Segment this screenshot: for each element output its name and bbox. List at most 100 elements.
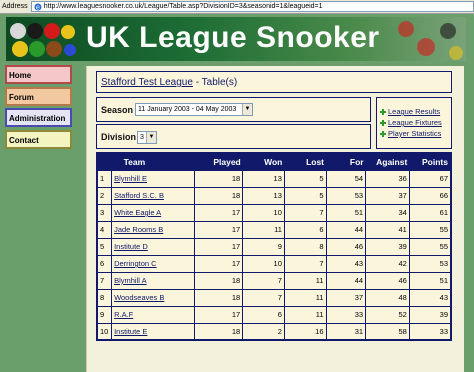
url-text: http://www.leaguesnooker.co.uk/League/Ta…: [43, 3, 323, 10]
table-header-row: Team Played Won Lost For Against Points: [97, 153, 451, 170]
cell-won: 10: [242, 254, 285, 273]
snooker-balls-logo: [10, 23, 76, 57]
team-link[interactable]: Institute E: [114, 327, 147, 336]
division-selected-value: 3: [140, 134, 144, 141]
cell-against: 42: [365, 254, 410, 273]
team-link[interactable]: Stafford S.C. B: [114, 191, 164, 200]
col-won: Won: [242, 153, 285, 170]
cell-lost: 11: [283, 288, 327, 307]
table-row: 1 Blymhill E 18 13 5 54 36 67: [96, 169, 452, 188]
url-input[interactable]: e http://www.leaguesnooker.co.uk/League/…: [30, 1, 474, 12]
link-player-statistics[interactable]: Player Statistics: [380, 129, 441, 138]
cell-team: Blymhill A: [111, 271, 196, 290]
cell-against: 34: [365, 203, 410, 222]
table-row: 9 R.A.F 17 6 11 33 52 39: [96, 305, 452, 324]
cell-points: 66: [408, 186, 452, 205]
league-table: Team Played Won Lost For Against Points …: [96, 152, 452, 341]
cell-for: 46: [325, 237, 367, 256]
plus-icon: [380, 130, 386, 137]
svg-text:e: e: [36, 4, 40, 11]
team-link[interactable]: Blymhill A: [114, 276, 147, 285]
chevron-down-icon: ▼: [146, 132, 156, 143]
table-row: 8 Woodseaves B 18 7 11 37 48 43: [96, 288, 452, 307]
table-row: 5 Institute D 17 9 8 46 39 55: [96, 237, 452, 256]
page-title: Stafford Test League - Table(s): [101, 77, 237, 88]
division-selector: Division 3 ▼: [96, 124, 371, 149]
team-link[interactable]: White Eagle A: [114, 208, 161, 217]
cell-against: 58: [365, 322, 410, 341]
browser-address-bar: Address e http://www.leaguesnooker.co.uk…: [0, 0, 474, 14]
team-link[interactable]: Institute D: [114, 242, 148, 251]
cell-won: 9: [242, 237, 285, 256]
team-link[interactable]: Blymhill E: [114, 174, 147, 183]
col-for: For: [326, 153, 366, 170]
table-row: 2 Stafford S.C. B 18 13 5 53 37 66: [96, 186, 452, 205]
cell-rank: 4: [96, 220, 113, 239]
cell-points: 43: [408, 288, 452, 307]
cell-rank: 9: [96, 305, 113, 324]
nav-forum[interactable]: Forum: [5, 86, 72, 106]
league-header: Stafford Test League - Table(s): [96, 71, 452, 93]
cell-points: 55: [408, 237, 452, 256]
nav-home[interactable]: Home: [5, 65, 72, 84]
table-row: 10 Institute E 18 2 16 31 58 33: [96, 322, 452, 341]
quick-links: League Results League Fixtures Player St…: [376, 97, 452, 149]
link-league-results[interactable]: League Results: [380, 107, 440, 116]
cell-against: 36: [365, 169, 410, 188]
cell-rank: 5: [96, 237, 113, 256]
cell-lost: 7: [283, 203, 327, 222]
sidebar-nav: Home Forum Administration Contact: [5, 65, 72, 151]
cell-against: 39: [365, 237, 410, 256]
team-link[interactable]: R.A.F: [114, 310, 133, 319]
season-selector: Season 11 January 2003 - 04 May 2003 ▼: [96, 97, 371, 122]
cell-points: 33: [408, 322, 452, 341]
cell-lost: 6: [283, 220, 327, 239]
cell-rank: 2: [96, 186, 113, 205]
cell-team: Stafford S.C. B: [111, 186, 196, 205]
team-link[interactable]: Woodseaves B: [114, 293, 164, 302]
cell-lost: 8: [283, 237, 327, 256]
page-title-suffix: - Table(s): [192, 77, 238, 88]
team-link[interactable]: Jade Rooms B: [114, 225, 163, 234]
ie-page-icon: e: [34, 3, 42, 11]
nav-administration[interactable]: Administration: [5, 108, 72, 127]
col-lost: Lost: [284, 153, 327, 170]
division-select[interactable]: 3 ▼: [137, 131, 157, 144]
cell-played: 17: [194, 237, 244, 256]
cell-won: 6: [242, 305, 285, 324]
league-link[interactable]: Stafford Test League: [101, 77, 193, 88]
cell-for: 43: [325, 254, 367, 273]
cell-played: 17: [194, 220, 244, 239]
cell-for: 44: [325, 271, 367, 290]
cell-played: 17: [194, 254, 244, 273]
season-select[interactable]: 11 January 2003 - 04 May 2003 ▼: [135, 103, 253, 116]
cell-lost: 5: [283, 169, 327, 188]
chevron-down-icon: ▼: [242, 104, 252, 115]
nav-contact[interactable]: Contact: [5, 129, 72, 149]
address-label: Address: [2, 3, 28, 10]
cell-for: 53: [325, 186, 367, 205]
cell-lost: 11: [283, 271, 327, 290]
cell-won: 10: [242, 203, 285, 222]
cell-points: 51: [408, 271, 452, 290]
cell-team: R.A.F: [111, 305, 196, 324]
cell-for: 37: [325, 288, 367, 307]
cell-for: 31: [325, 322, 367, 341]
team-link[interactable]: Derrington C: [114, 259, 157, 268]
cell-rank: 7: [96, 271, 113, 290]
banner-decoration: [398, 21, 463, 60]
cell-rank: 1: [96, 169, 113, 188]
plus-icon: [380, 119, 386, 126]
cell-team: Jade Rooms B: [111, 220, 196, 239]
cell-played: 18: [194, 186, 244, 205]
cell-lost: 7: [283, 254, 327, 273]
table-row: 6 Derrington C 17 10 7 43 42 53: [96, 254, 452, 273]
cell-against: 41: [365, 220, 410, 239]
cell-won: 11: [242, 220, 285, 239]
col-team: Team: [111, 153, 195, 170]
cell-won: 7: [242, 271, 285, 290]
cell-won: 13: [242, 186, 285, 205]
division-label: Division: [101, 132, 137, 142]
cell-against: 37: [365, 186, 410, 205]
link-league-fixtures[interactable]: League Fixtures: [380, 118, 442, 127]
